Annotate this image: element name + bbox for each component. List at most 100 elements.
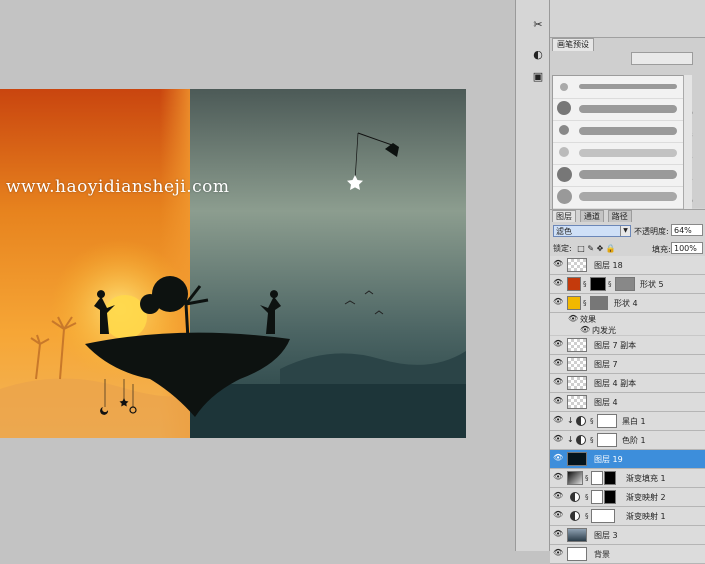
layer-name: 图层 19 bbox=[594, 455, 623, 464]
layer-row[interactable]: 👁 图层 4 副本 bbox=[550, 374, 705, 393]
adjustment-icon bbox=[576, 416, 586, 426]
layer-row[interactable]: 👁 § § 形状 5 bbox=[550, 275, 705, 294]
adjustment-icon bbox=[570, 492, 580, 502]
brush-stroke bbox=[579, 105, 677, 113]
panel-icon-toolbar: ✂ ◐ ▣ bbox=[527, 0, 550, 551]
layer-row[interactable]: 👁 § 渐变映射 2 bbox=[550, 488, 705, 507]
layer-row[interactable]: 👁 图层 7 副本 bbox=[550, 336, 705, 355]
layer-row[interactable]: 👁 § 渐变映射 1 bbox=[550, 507, 705, 526]
eye-icon[interactable]: 👁 bbox=[553, 340, 563, 348]
layer-name: 渐变映射 1 bbox=[626, 512, 666, 521]
layer-row[interactable]: 👁 § 渐变填充 1 bbox=[550, 469, 705, 488]
blend-mode-select[interactable]: 滤色 ▼ bbox=[553, 225, 631, 237]
adjustment-icon bbox=[570, 511, 580, 521]
layer-mask-thumbnail bbox=[591, 490, 603, 504]
inner-glow-eye-icon[interactable]: 👁 bbox=[580, 325, 590, 334]
eye-icon[interactable]: 👁 bbox=[553, 530, 563, 538]
layer-row[interactable]: 👁 § 形状 4 bbox=[550, 294, 705, 313]
lock-move-icon[interactable]: ✥ bbox=[597, 244, 604, 253]
layer-name: 形状 5 bbox=[640, 280, 664, 289]
eye-icon[interactable]: 👁 bbox=[553, 511, 563, 519]
layer-name: 黑白 1 bbox=[622, 417, 646, 426]
brush-stroke bbox=[579, 84, 677, 89]
brush-row[interactable]: 55 bbox=[553, 164, 693, 187]
brush-row[interactable]: 70 bbox=[553, 186, 693, 209]
tab-layers[interactable]: 图层 bbox=[552, 210, 576, 222]
link-icon: § bbox=[608, 280, 612, 288]
eye-icon[interactable]: 👁 bbox=[553, 378, 563, 386]
layer-mask-thumbnail bbox=[591, 509, 615, 523]
lock-label: 锁定: bbox=[553, 244, 572, 253]
eye-icon[interactable]: 👁 bbox=[553, 454, 563, 462]
inner-glow-row[interactable]: 👁 内发光 bbox=[550, 324, 705, 336]
brush-tip bbox=[559, 125, 569, 135]
vector-mask-thumbnail bbox=[590, 277, 606, 291]
layer-name: 色阶 1 bbox=[622, 436, 646, 445]
lock-all-icon[interactable]: 🔒 bbox=[606, 244, 616, 253]
shape-color-thumbnail bbox=[567, 277, 581, 291]
adjustment-icon bbox=[576, 435, 586, 445]
fill-input[interactable]: 100% bbox=[671, 242, 703, 254]
brush-tip bbox=[560, 83, 568, 91]
layer-name: 图层 7 副本 bbox=[594, 341, 637, 350]
layers-panel-tabs: 图层 通道 路径 bbox=[552, 210, 633, 222]
eye-icon[interactable]: 👁 bbox=[553, 397, 563, 405]
brush-row[interactable] bbox=[553, 76, 683, 99]
layer-row[interactable]: 👁 背景 bbox=[550, 545, 705, 564]
layer-row[interactable]: 👁 图层 4 bbox=[550, 393, 705, 412]
layers-panel: 图层 通道 路径 滤色 ▼ 不透明度: 64% 锁定: □ ✎ ✥ 🔒 填充: … bbox=[550, 209, 705, 564]
layer-mask-thumbnail bbox=[597, 433, 617, 447]
layer-row[interactable]: 👁 ↓ § 黑白 1 bbox=[550, 412, 705, 431]
opacity-input[interactable]: 64% bbox=[671, 224, 703, 236]
layer-thumbnail bbox=[567, 376, 587, 390]
artwork-image bbox=[0, 89, 466, 438]
brush-icon[interactable]: ◐ bbox=[530, 46, 546, 62]
eye-icon[interactable]: 👁 bbox=[553, 549, 563, 557]
brush-tip bbox=[557, 167, 572, 182]
vector-mask-thumbnail bbox=[590, 296, 608, 310]
layer-row[interactable]: 👁 图层 3 bbox=[550, 526, 705, 545]
layer-thumbnail bbox=[567, 357, 587, 371]
link-icon: § bbox=[585, 474, 589, 482]
document-canvas-area[interactable]: www.haoyidiansheji.com bbox=[0, 0, 515, 551]
layer-row[interactable]: 👁 ↓ § 色阶 1 bbox=[550, 431, 705, 450]
layer-mask-thumbnail bbox=[604, 471, 616, 485]
tab-channels[interactable]: 通道 bbox=[579, 210, 604, 222]
chevron-down-icon: ▼ bbox=[620, 226, 630, 236]
layer-row[interactable]: 👁 图层 18 bbox=[550, 256, 705, 275]
layer-row[interactable]: 👁 图层 7 bbox=[550, 355, 705, 374]
stamp-icon[interactable]: ▣ bbox=[530, 68, 546, 84]
brush-tip bbox=[557, 189, 572, 204]
eye-icon[interactable]: 👁 bbox=[553, 279, 563, 287]
brush-row[interactable]: 45 bbox=[553, 142, 693, 165]
tab-brush-presets[interactable]: 画笔预设 bbox=[552, 38, 594, 51]
eye-icon[interactable]: 👁 bbox=[553, 435, 563, 443]
fill-label: 填充: bbox=[652, 245, 671, 254]
brush-presets-panel: 画笔预设 70 33 45 bbox=[550, 37, 705, 233]
layer-mask-thumbnail bbox=[597, 414, 617, 428]
layer-name: 形状 4 bbox=[614, 299, 638, 308]
eye-icon[interactable]: 👁 bbox=[553, 260, 563, 268]
brush-row[interactable]: 70 bbox=[553, 98, 693, 121]
lock-brush-icon[interactable]: ✎ bbox=[587, 244, 594, 253]
shape-color-thumbnail bbox=[567, 296, 581, 310]
brush-list-scrollbar[interactable] bbox=[683, 75, 692, 231]
layer-name: 渐变映射 2 bbox=[626, 493, 666, 502]
clipping-arrow-icon: ↓ bbox=[567, 416, 574, 425]
eye-icon[interactable]: 👁 bbox=[553, 492, 563, 500]
brush-size-field[interactable] bbox=[631, 52, 693, 65]
link-icon: § bbox=[590, 417, 594, 425]
eye-icon[interactable]: 👁 bbox=[553, 359, 563, 367]
eye-icon[interactable]: 👁 bbox=[553, 416, 563, 424]
clipping-arrow-icon: ↓ bbox=[567, 435, 574, 444]
lock-transparent-icon[interactable]: □ bbox=[577, 244, 585, 253]
scissors-icon[interactable]: ✂ bbox=[530, 16, 546, 32]
eye-icon[interactable]: 👁 bbox=[553, 298, 563, 306]
effects-eye-icon[interactable]: 👁 bbox=[568, 314, 578, 323]
tab-paths[interactable]: 路径 bbox=[607, 210, 632, 222]
blend-mode-value: 滤色 bbox=[556, 227, 572, 236]
brush-row[interactable]: 33 bbox=[553, 120, 693, 143]
link-icon: § bbox=[585, 512, 589, 520]
eye-icon[interactable]: 👁 bbox=[553, 473, 563, 481]
layer-row-selected[interactable]: 👁 图层 19 bbox=[550, 450, 705, 469]
